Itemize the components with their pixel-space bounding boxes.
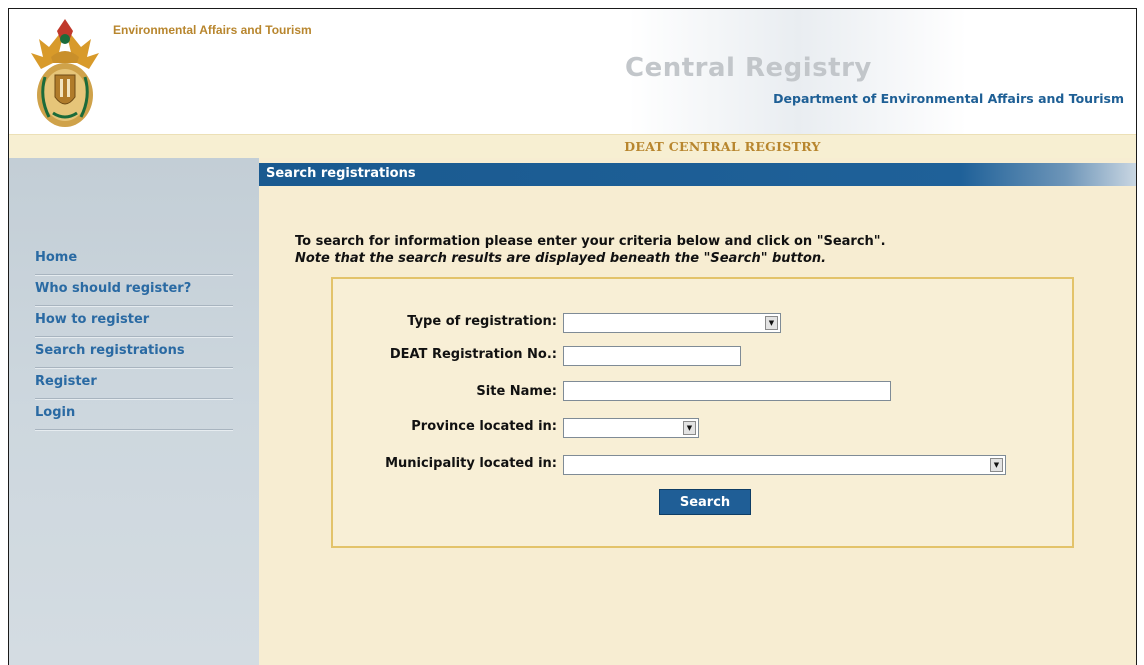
dropdown-arrow-icon[interactable]: ▼ — [765, 316, 778, 330]
province-select[interactable]: ▼ — [563, 418, 699, 438]
organization-name: Environmental Affairs and Tourism — [113, 23, 312, 37]
dropdown-arrow-icon[interactable]: ▼ — [683, 421, 696, 435]
registry-banner: DEAT CENTRAL REGISTRY — [9, 134, 1136, 158]
banner-title: DEAT CENTRAL REGISTRY — [624, 139, 821, 154]
sidebar-item-login[interactable]: Login — [35, 399, 233, 431]
registration-number-label: DEAT Registration No.: — [389, 347, 557, 362]
coat-of-arms-logo — [31, 19, 99, 127]
province-label: Province located in: — [411, 419, 557, 434]
site-header: Environmental Affairs and Tourism Centra… — [9, 9, 1136, 134]
section-title: Search registrations — [266, 166, 416, 181]
section-header: Search registrations — [259, 163, 1136, 186]
sidebar-item-home[interactable]: Home — [35, 244, 233, 276]
site-title: Central Registry — [625, 53, 872, 83]
sidebar-item-how-to-register[interactable]: How to register — [35, 306, 233, 338]
registration-number-input[interactable] — [563, 346, 741, 366]
sidebar: Home Who should register? How to registe… — [9, 158, 259, 665]
search-note: Note that the search results are display… — [295, 251, 827, 266]
department-name: Department of Environmental Affairs and … — [773, 91, 1124, 106]
main-content: Search registrations To search for infor… — [259, 158, 1136, 665]
sidebar-nav: Home Who should register? How to registe… — [35, 244, 233, 431]
type-of-registration-label: Type of registration: — [407, 314, 557, 329]
municipality-label: Municipality located in: — [385, 456, 557, 471]
sidebar-item-search-registrations[interactable]: Search registrations — [35, 337, 233, 369]
site-name-input[interactable] — [563, 381, 891, 401]
sidebar-item-register[interactable]: Register — [35, 368, 233, 400]
sidebar-item-who-should-register[interactable]: Who should register? — [35, 275, 233, 307]
municipality-select[interactable]: ▼ — [563, 455, 1006, 475]
search-instruction: To search for information please enter y… — [295, 234, 886, 249]
type-of-registration-select[interactable]: ▼ — [563, 313, 781, 333]
dropdown-arrow-icon[interactable]: ▼ — [990, 458, 1003, 472]
site-name-label: Site Name: — [476, 384, 557, 399]
browser-page: Environmental Affairs and Tourism Centra… — [8, 8, 1137, 665]
search-button[interactable]: Search — [659, 489, 751, 515]
search-form: Type of registration: ▼ DEAT Registratio… — [331, 277, 1074, 548]
